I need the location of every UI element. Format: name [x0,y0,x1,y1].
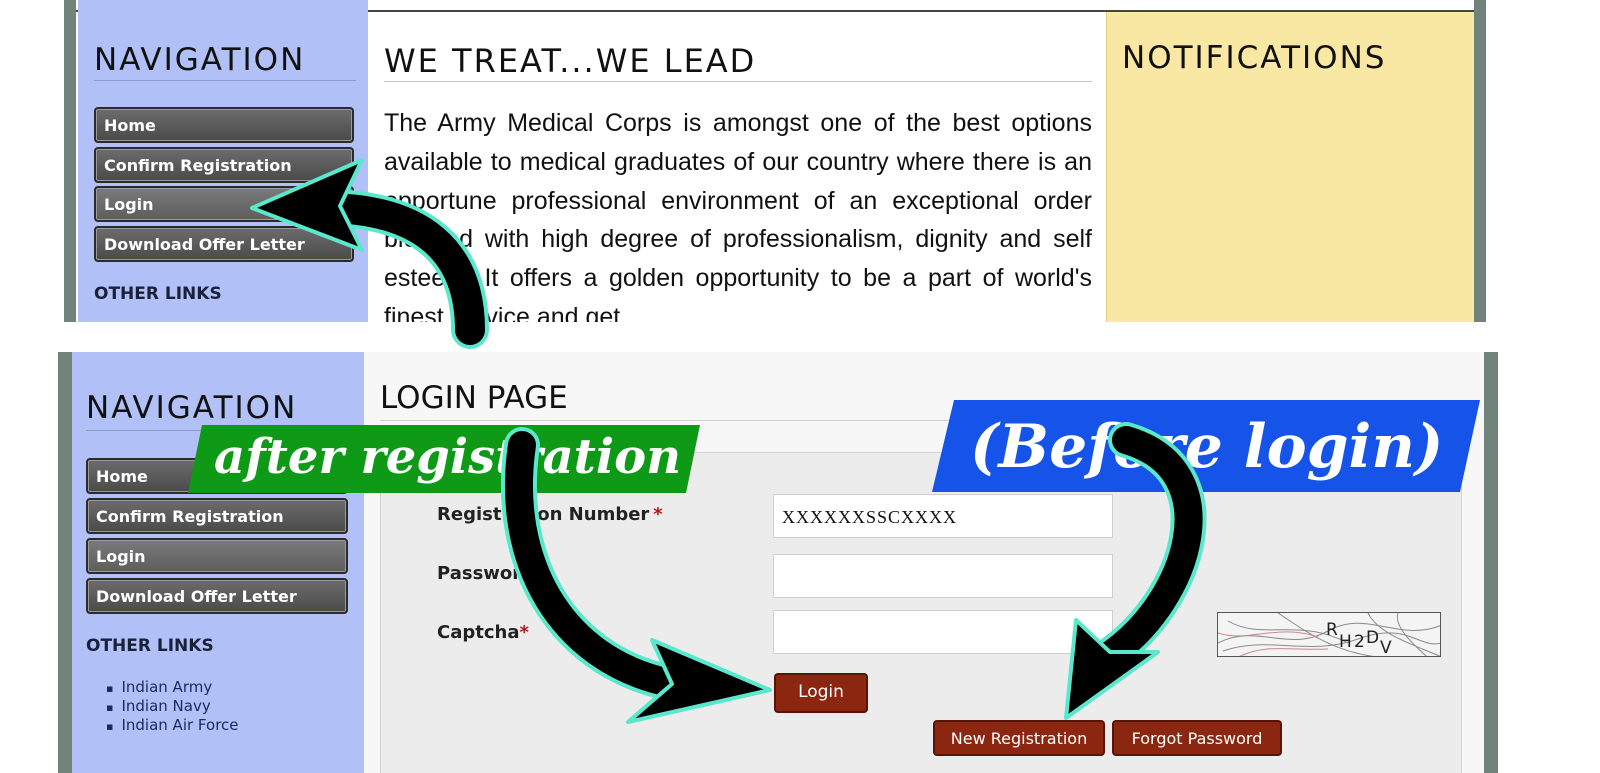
forgot-password-button[interactable]: Forgot Password [1112,720,1282,756]
other-links-title: OTHER LINKS [94,284,222,304]
frame-left [58,352,72,773]
before-login-banner: (Before login) [932,400,1480,492]
navigation-rule [94,80,356,81]
login-button[interactable]: Login [774,673,868,713]
captcha-label: Captcha* [437,622,529,643]
nav-confirm-registration-button[interactable]: Confirm Registration [86,498,348,534]
link-indian-air-force[interactable]: Indian Air Force [106,716,238,734]
svg-text:H: H [1339,632,1352,652]
svg-text:2: 2 [1354,632,1365,652]
password-label: Password * [437,563,548,584]
nav-download-offer-letter-button[interactable]: Download Offer Letter [86,578,348,614]
registration-number-input[interactable]: XXXXXXSSCXXXX [773,494,1113,538]
captcha-input[interactable] [773,610,1113,654]
nav-login-button[interactable]: Login [86,538,348,574]
title-rule [384,81,1092,82]
navigation-title: NAVIGATION [94,42,306,78]
nav-home-button[interactable]: Home [94,107,354,143]
new-registration-button[interactable]: New Registration [933,720,1105,756]
page-title: WE TREAT...WE LEAD [384,42,757,80]
sidebar: NAVIGATION Home Confirm Registration Log… [72,352,364,773]
frame-left [64,0,76,322]
registration-number-label: Registration Number * [437,504,663,525]
nav-download-offer-letter-button[interactable]: Download Offer Letter [94,226,354,262]
login-page-title: LOGIN PAGE [380,380,568,416]
nav-login-button[interactable]: Login [94,186,354,222]
sidebar: NAVIGATION Home Confirm Registration Log… [78,0,368,322]
after-registration-text: after registration [214,429,681,485]
svg-text:V: V [1380,638,1392,657]
frame-right [1474,0,1486,322]
other-links-title: OTHER LINKS [86,636,214,656]
before-login-text: (Before login) [970,412,1444,482]
captcha-image: R H 2 D V [1217,612,1441,657]
password-input[interactable] [773,554,1113,598]
svg-text:R: R [1326,620,1338,640]
link-indian-army[interactable]: Indian Army [106,678,212,696]
after-registration-banner: after registration [188,425,700,493]
notifications-title: NOTIFICATIONS [1122,40,1387,76]
homepage-screenshot: NAVIGATION Home Confirm Registration Log… [64,0,1486,322]
notifications-column: NOTIFICATIONS [1106,12,1474,322]
navigation-title: NAVIGATION [86,390,298,426]
intro-paragraph: The Army Medical Corps is amongst one of… [384,109,1092,322]
frame-right [1484,352,1498,773]
nav-confirm-registration-button[interactable]: Confirm Registration [94,147,354,183]
svg-text:D: D [1366,628,1379,648]
link-indian-navy[interactable]: Indian Navy [106,697,210,715]
